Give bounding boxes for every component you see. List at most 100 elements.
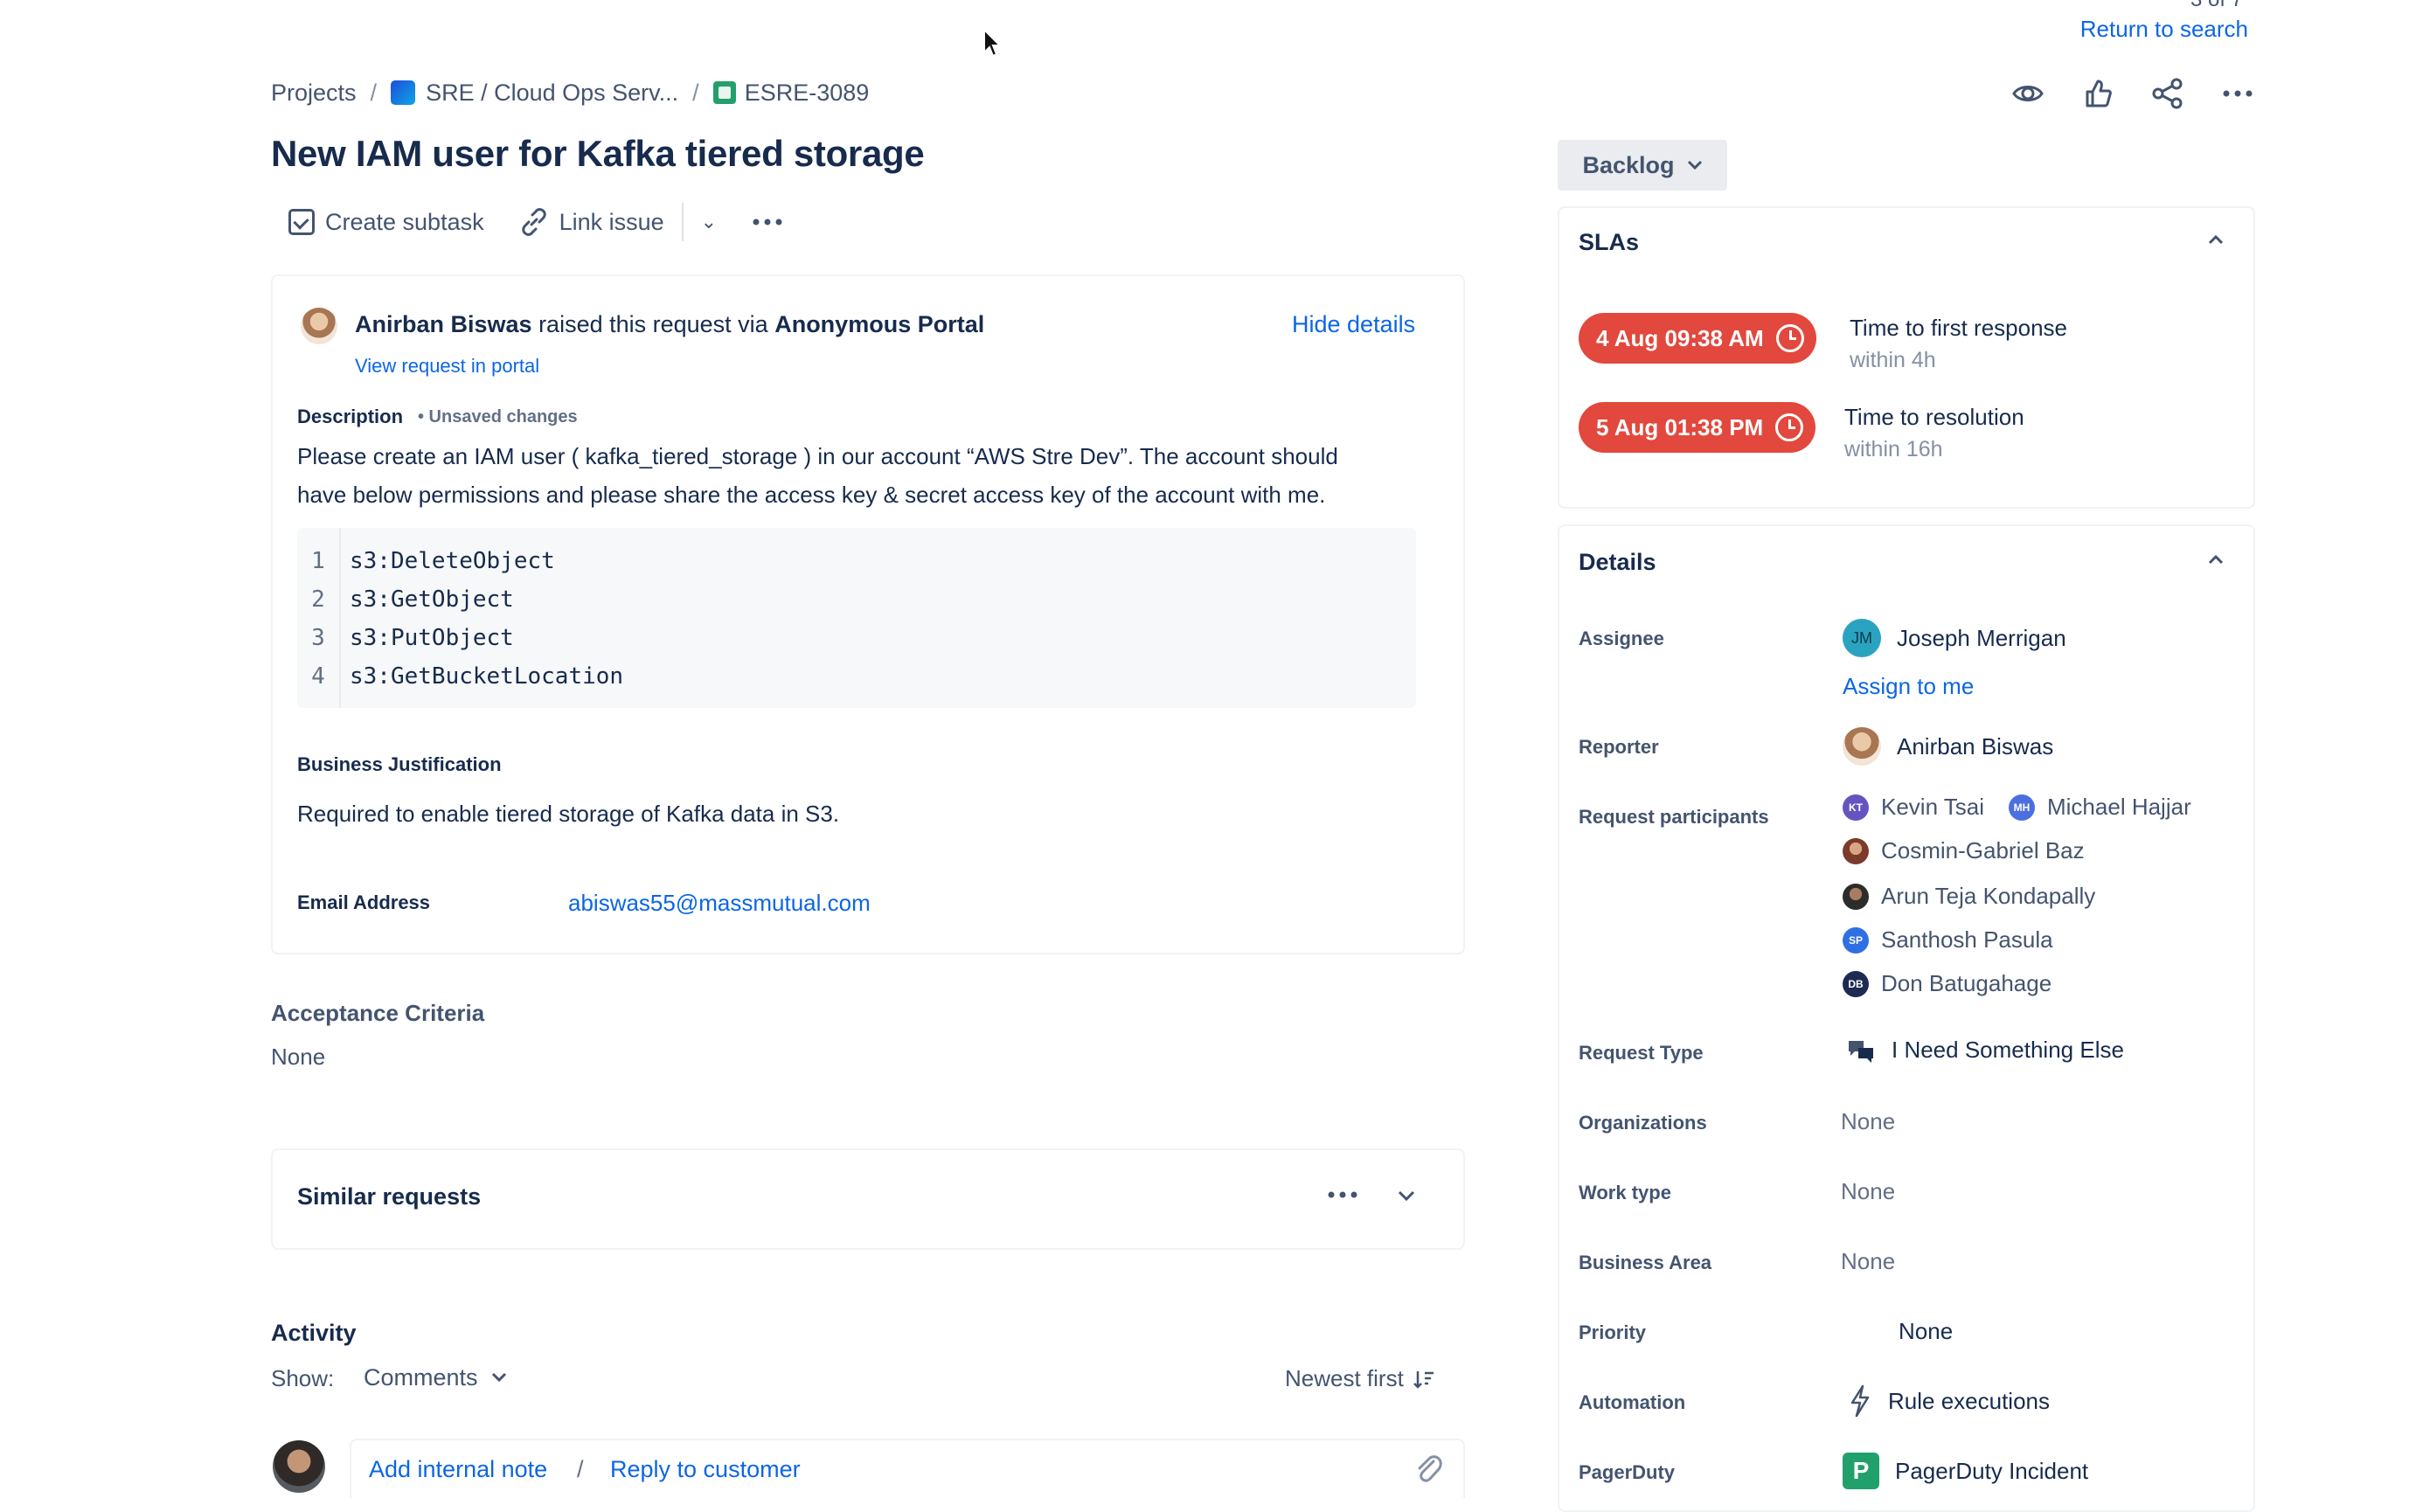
participant[interactable]: MH Michael Hajjar xyxy=(2009,794,2191,821)
more-icon[interactable] xyxy=(2220,76,2255,111)
business-area-value[interactable]: None xyxy=(1841,1248,1895,1275)
attachment-icon[interactable] xyxy=(1413,1451,1442,1484)
reporter-name[interactable]: Anirban Biswas xyxy=(355,311,532,337)
assign-to-me-link[interactable]: Assign to me xyxy=(1843,673,1974,700)
hide-details-button[interactable]: Hide details xyxy=(1292,311,1415,338)
pagerduty-field[interactable]: P PagerDuty Incident xyxy=(1843,1453,2088,1489)
reporter-name: Anirban Biswas xyxy=(1897,732,2054,759)
clock-icon xyxy=(1775,324,1804,352)
code-line-number: 1 xyxy=(311,548,325,574)
chevron-down-icon: ⌄ xyxy=(700,211,718,232)
sla-goal: within 16h xyxy=(1844,437,1943,461)
issue-title[interactable]: New IAM user for Kafka tiered storage xyxy=(271,133,925,175)
request-type-value: I Need Something Else xyxy=(1892,1037,2124,1063)
unsaved-changes-indicator: • Unsaved changes xyxy=(418,407,578,427)
participant[interactable]: Arun Teja Kondapally xyxy=(1843,883,2095,910)
business-area-label: Business Area xyxy=(1579,1252,1712,1273)
more-actions-button[interactable] xyxy=(734,198,801,246)
participant-avatar: MH xyxy=(2009,794,2035,821)
mouse-cursor-icon xyxy=(983,28,1003,58)
breadcrumb-project[interactable]: SRE / Cloud Ops Serv... xyxy=(391,80,678,107)
acceptance-criteria-value[interactable]: None xyxy=(271,1044,325,1071)
email-address-label: Email Address xyxy=(297,891,431,913)
more-icon[interactable] xyxy=(1327,1190,1358,1199)
sla-goal: within 4h xyxy=(1850,348,1936,372)
breadcrumb-separator: / xyxy=(692,79,699,106)
link-issue-dropdown[interactable]: ⌄ xyxy=(684,198,734,246)
code-line: 1 s3:DeleteObject xyxy=(297,542,555,580)
create-subtask-button[interactable]: Create subtask xyxy=(271,198,502,246)
participant-name: Michael Hajjar xyxy=(2047,794,2191,820)
email-address-link[interactable]: abiswas55@massmutual.com xyxy=(568,890,871,917)
issue-type-icon xyxy=(712,81,736,104)
chevron-up-icon[interactable] xyxy=(2208,234,2224,245)
subtask-icon xyxy=(288,209,315,235)
share-icon[interactable] xyxy=(2150,76,2185,111)
header-actions xyxy=(2010,72,2255,115)
description-line: Please create an IAM user ( kafka_tiered… xyxy=(297,443,1338,469)
view-request-in-portal-link[interactable]: View request in portal xyxy=(355,355,539,378)
chat-bubbles-icon xyxy=(1849,1040,1873,1063)
participant[interactable]: DB Don Batugahage xyxy=(1843,970,2051,997)
code-block[interactable]: 1 s3:DeleteObject 2 s3:GetObject 3 s3:Pu… xyxy=(297,528,1416,708)
status-dropdown[interactable]: Backlog xyxy=(1558,140,1727,191)
participant-name: Arun Teja Kondapally xyxy=(1881,883,2096,909)
description-text[interactable]: Please create an IAM user ( kafka_tiered… xyxy=(297,437,1434,514)
participant[interactable]: KT Kevin Tsai xyxy=(1843,794,1984,821)
breadcrumb-projects[interactable]: Projects xyxy=(271,80,357,107)
participant-name: Kevin Tsai xyxy=(1881,794,1985,820)
reporter-label: Reporter xyxy=(1579,736,1659,758)
similar-requests-title[interactable]: Similar requests xyxy=(297,1183,481,1210)
sla-first-response-badge: 4 Aug 09:38 AM xyxy=(1579,313,1816,364)
sort-icon xyxy=(1413,1370,1434,1389)
sort-order-label: Newest first xyxy=(1285,1365,1404,1391)
show-label: Show: xyxy=(271,1365,335,1391)
priority-value[interactable]: None xyxy=(1899,1318,1953,1345)
raised-by-line: Anirban Biswas raised this request via A… xyxy=(355,311,984,338)
details-panel-title[interactable]: Details xyxy=(1579,549,1656,576)
reporter-avatar xyxy=(301,308,337,344)
sla-name: Time to resolution xyxy=(1844,404,2024,430)
participant[interactable]: Cosmin-Gabriel Baz xyxy=(1843,837,2085,864)
request-participants-label: Request participants xyxy=(1579,806,1769,828)
breadcrumb-issue-key: ESRE-3089 xyxy=(744,79,870,106)
acceptance-criteria-label: Acceptance Criteria xyxy=(271,1000,485,1026)
more-icon xyxy=(753,218,782,225)
reply-to-customer-button[interactable]: Reply to customer xyxy=(610,1456,801,1483)
thumbs-up-icon[interactable] xyxy=(2080,76,2115,111)
chevron-down-icon[interactable] xyxy=(1397,1189,1416,1203)
comment-separator: / xyxy=(577,1456,584,1482)
participant-name: Don Batugahage xyxy=(1881,970,2052,996)
automation-field[interactable]: Rule executions xyxy=(1848,1384,2050,1418)
activity-filter-select[interactable]: Comments xyxy=(364,1360,508,1395)
assignee-avatar: JM xyxy=(1843,619,1881,657)
participant-avatar: DB xyxy=(1843,970,1869,997)
organizations-value[interactable]: None xyxy=(1841,1108,1895,1135)
code-line: 2 s3:GetObject xyxy=(297,580,514,619)
participant-avatar xyxy=(1843,883,1869,910)
sla-panel-title[interactable]: SLAs xyxy=(1579,229,1639,256)
activity-title: Activity xyxy=(271,1320,357,1346)
link-issue-button[interactable]: Link issue xyxy=(502,198,682,246)
work-type-label: Work type xyxy=(1579,1182,1671,1203)
assignee-label: Assignee xyxy=(1579,628,1664,649)
code-line: 3 s3:PutObject xyxy=(297,619,514,657)
request-type-field[interactable]: I Need Something Else xyxy=(1846,1037,2124,1064)
sort-order-button[interactable]: Newest first xyxy=(1285,1365,1435,1392)
reporter-field[interactable]: Anirban Biswas xyxy=(1843,727,2053,766)
code-line-text: s3:DeleteObject xyxy=(350,548,555,574)
project-icon xyxy=(391,80,416,105)
participant-avatar: SP xyxy=(1843,926,1869,954)
eye-icon[interactable] xyxy=(2010,76,2045,111)
chevron-up-icon[interactable] xyxy=(2208,554,2224,565)
automation-value: Rule executions xyxy=(1888,1387,2050,1414)
work-type-value[interactable]: None xyxy=(1841,1178,1895,1205)
organizations-label: Organizations xyxy=(1579,1112,1707,1134)
status-label: Backlog xyxy=(1582,151,1675,178)
business-justification-text[interactable]: Required to enable tiered storage of Kaf… xyxy=(297,801,839,828)
return-to-search-link[interactable]: Return to search xyxy=(2080,16,2248,43)
breadcrumb-issue[interactable]: ESRE-3089 xyxy=(712,79,870,107)
participant[interactable]: SP Santhosh Pasula xyxy=(1843,926,2053,954)
assignee-field[interactable]: JM Joseph Merrigan xyxy=(1843,619,2066,657)
add-internal-note-button[interactable]: Add internal note xyxy=(369,1456,547,1483)
